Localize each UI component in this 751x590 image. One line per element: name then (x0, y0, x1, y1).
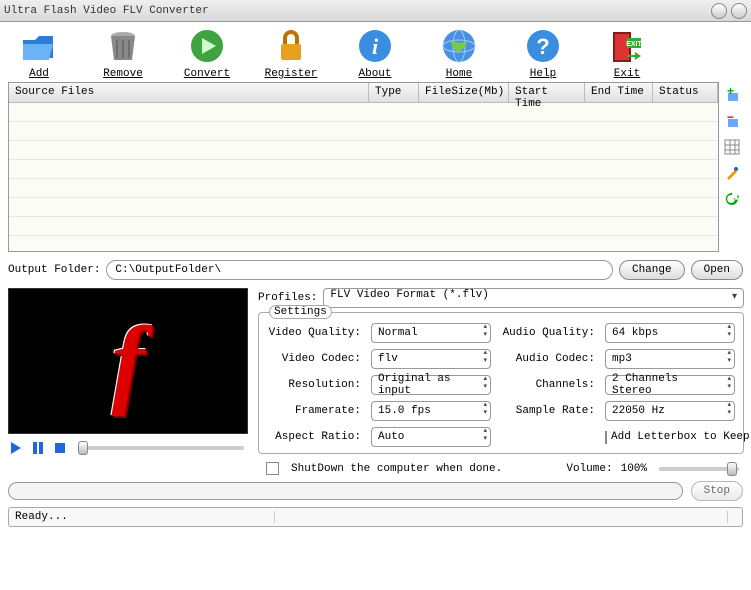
svg-text:?: ? (536, 34, 549, 59)
main-toolbar: Add Remove Convert Register i About Home… (0, 22, 751, 82)
audio-quality-label: Audio Quality: (501, 327, 595, 339)
remove-button[interactable]: Remove (92, 26, 154, 80)
register-button[interactable]: Register (260, 26, 322, 80)
progress-bar (8, 482, 683, 500)
remove-file-icon[interactable]: − (723, 112, 741, 130)
svg-text:i: i (372, 34, 379, 59)
info-icon: i (355, 26, 395, 66)
output-folder-input[interactable] (106, 260, 613, 280)
profiles-select[interactable]: FLV Video Format (*.flv) (323, 288, 744, 308)
svg-text:−: − (727, 113, 734, 124)
toolbar-label: Help (530, 68, 556, 80)
file-list-header: Source Files Type FileSize(Mb) Start Tim… (9, 83, 718, 103)
profiles-label: Profiles: (258, 292, 317, 304)
trash-icon (103, 26, 143, 66)
toolbar-label: Exit (614, 68, 640, 80)
seek-slider[interactable] (78, 446, 244, 450)
file-list[interactable]: Source Files Type FileSize(Mb) Start Tim… (8, 82, 719, 252)
lock-icon (271, 26, 311, 66)
grid-icon[interactable] (723, 138, 741, 156)
convert-button[interactable]: Convert (176, 26, 238, 80)
framerate-select[interactable]: 15.0 fps (371, 401, 491, 421)
col-start[interactable]: Start Time (509, 83, 585, 102)
framerate-label: Framerate: (267, 405, 361, 417)
flash-logo-icon: f (111, 304, 144, 419)
play-circle-icon (187, 26, 227, 66)
volume-value: 100% (621, 463, 647, 475)
audio-codec-select[interactable]: mp3 (605, 349, 735, 369)
pause-icon[interactable] (30, 440, 46, 456)
stop-icon[interactable] (52, 440, 68, 456)
preview-pane: f (8, 288, 248, 434)
add-file-icon[interactable]: + (723, 86, 741, 104)
audio-quality-select[interactable]: 64 kbps (605, 323, 735, 343)
title-bar: Ultra Flash Video FLV Converter (0, 0, 751, 22)
file-list-body[interactable] (9, 103, 718, 251)
letterbox-checkbox[interactable] (605, 431, 607, 444)
col-source[interactable]: Source Files (9, 83, 369, 102)
video-quality-label: Video Quality: (267, 327, 361, 339)
settings-group: Settings Video Quality: Normal Audio Qua… (258, 312, 744, 454)
globe-icon (439, 26, 479, 66)
exit-button[interactable]: EXIT Exit (596, 26, 658, 80)
svg-text:EXIT: EXIT (626, 41, 642, 48)
stop-button[interactable]: Stop (691, 481, 743, 501)
shutdown-label: ShutDown the computer when done. (291, 463, 502, 475)
side-toolbar: + − (723, 86, 743, 208)
col-filesize[interactable]: FileSize(Mb) (419, 83, 509, 102)
settings-tool-icon[interactable] (723, 164, 741, 182)
shutdown-checkbox[interactable] (266, 462, 279, 475)
toolbar-label: About (358, 68, 391, 80)
channels-select[interactable]: 2 Channels Stereo (605, 375, 735, 395)
toolbar-label: Register (265, 68, 318, 80)
svg-text:+: + (727, 87, 734, 98)
audio-codec-label: Audio Codec: (501, 353, 595, 365)
samplerate-label: Sample Rate: (501, 405, 595, 417)
output-folder-label: Output Folder: (8, 264, 100, 276)
volume-label: Volume: (566, 463, 612, 475)
play-icon[interactable] (8, 440, 24, 456)
video-quality-select[interactable]: Normal (371, 323, 491, 343)
samplerate-select[interactable]: 22050 Hz (605, 401, 735, 421)
col-status[interactable]: Status (653, 83, 718, 102)
resolution-select[interactable]: Original as input (371, 375, 491, 395)
col-type[interactable]: Type (369, 83, 419, 102)
video-codec-select[interactable]: flv (371, 349, 491, 369)
help-button[interactable]: ? Help (512, 26, 574, 80)
change-button[interactable]: Change (619, 260, 685, 280)
letterbox-label: Add Letterbox to Keep Aspect (611, 431, 751, 443)
volume-slider[interactable] (659, 467, 739, 471)
resolution-label: Resolution: (267, 379, 361, 391)
exit-icon: EXIT (607, 26, 647, 66)
toolbar-label: Home (446, 68, 472, 80)
toolbar-label: Convert (184, 68, 230, 80)
aspect-select[interactable]: Auto (371, 427, 491, 447)
folder-open-icon (19, 26, 59, 66)
open-button[interactable]: Open (691, 260, 743, 280)
help-icon: ? (523, 26, 563, 66)
col-end[interactable]: End Time (585, 83, 653, 102)
settings-legend: Settings (269, 305, 332, 319)
toolbar-label: Add (29, 68, 49, 80)
toolbar-label: Remove (103, 68, 143, 80)
minimize-button[interactable] (711, 3, 727, 19)
channels-label: Channels: (501, 379, 595, 391)
add-button[interactable]: Add (8, 26, 70, 80)
aspect-label: Aspect Ratio: (267, 431, 361, 443)
window-title: Ultra Flash Video FLV Converter (4, 5, 707, 17)
video-codec-label: Video Codec: (267, 353, 361, 365)
status-bar: Ready... (8, 507, 743, 527)
refresh-icon[interactable] (723, 190, 741, 208)
home-button[interactable]: Home (428, 26, 490, 80)
about-button[interactable]: i About (344, 26, 406, 80)
status-text: Ready... (15, 511, 275, 523)
close-button[interactable] (731, 3, 747, 19)
